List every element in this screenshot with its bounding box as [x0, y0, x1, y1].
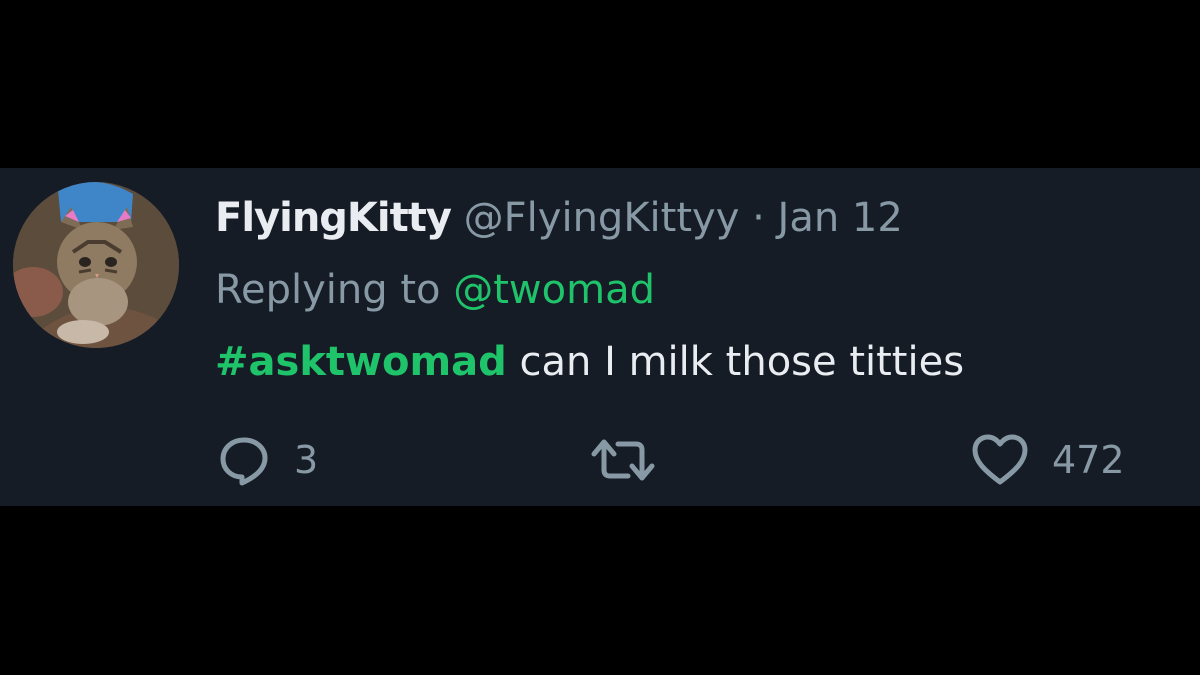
hashtag-link[interactable]: #asktwomad: [215, 339, 507, 385]
retweet-icon: [591, 439, 655, 481]
replying-to-line: Replying to @twomad: [215, 264, 655, 316]
reply-count: 3: [294, 438, 319, 482]
replying-to-label: Replying to: [215, 267, 441, 313]
tweet-header: FlyingKitty @FlyingKittyy · Jan 12: [215, 192, 903, 244]
user-handle[interactable]: @FlyingKittyy: [464, 195, 740, 241]
tweet-actions: 3 472: [0, 430, 1200, 490]
video-frame: FlyingKitty @FlyingKittyy · Jan 12 Reply…: [0, 0, 1200, 675]
tweet-date[interactable]: Jan 12: [778, 195, 903, 241]
like-count: 472: [1052, 438, 1125, 482]
display-name[interactable]: FlyingKitty: [215, 195, 452, 241]
reply-mention-link[interactable]: @twomad: [453, 267, 655, 313]
retweet-button[interactable]: [590, 430, 656, 490]
reply-icon: [220, 437, 268, 486]
heart-icon: [972, 434, 1028, 485]
like-button[interactable]: 472: [970, 430, 1125, 490]
tweet-body: #asktwomad can I milk those titties: [215, 336, 964, 388]
cat-avatar-image: [13, 182, 179, 348]
avatar[interactable]: [13, 182, 179, 348]
separator-dot: ·: [752, 195, 765, 241]
tweet-text: can I milk those titties: [519, 339, 965, 385]
reply-button[interactable]: 3: [216, 430, 318, 490]
